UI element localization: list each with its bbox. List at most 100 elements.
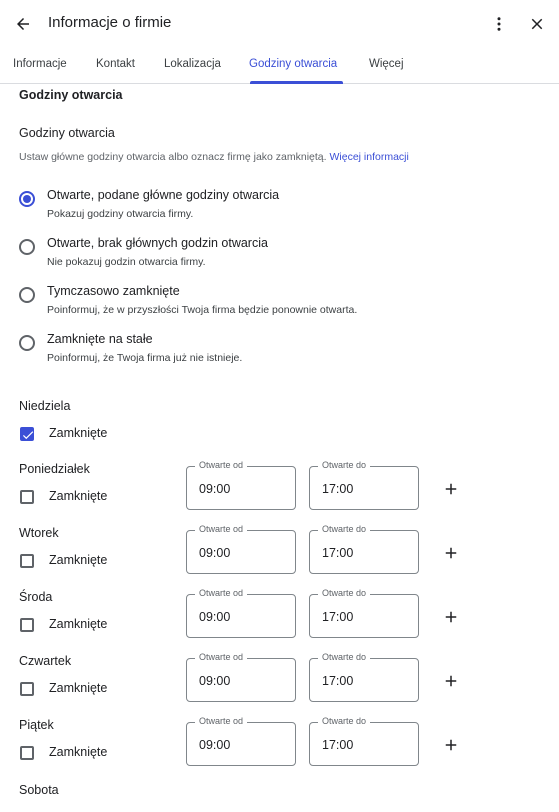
- closed-label[interactable]: Zamknięte: [49, 426, 107, 440]
- day-row-thursday: Czwartek Zamknięte Otwarte od 09:00 Otwa…: [19, 652, 549, 714]
- close-icon: [531, 18, 543, 30]
- plus-icon: [445, 611, 457, 623]
- arrow-back-icon: [17, 18, 29, 30]
- closes-at-field[interactable]: Otwarte do 17:00: [309, 524, 419, 574]
- radio-open-with-hours[interactable]: Otwarte, podane główne godziny otwarcia …: [19, 188, 539, 228]
- radio-label: Otwarte, podane główne godziny otwarcia: [47, 188, 280, 202]
- day-name: Wtorek: [19, 526, 59, 540]
- field-value: 17:00: [322, 610, 354, 624]
- day-name: Piątek: [19, 718, 54, 732]
- plus-icon: [445, 547, 457, 559]
- closed-checkbox[interactable]: [20, 746, 34, 760]
- day-row-monday: Poniedziałek Zamknięte Otwarte od 09:00 …: [19, 460, 549, 522]
- radio-label: Tymczasowo zamknięte: [47, 284, 180, 298]
- day-row-wednesday: Środa Zamknięte Otwarte od 09:00 Otwarte…: [19, 588, 549, 650]
- tab-informacje[interactable]: Informacje: [13, 58, 67, 70]
- closed-label[interactable]: Zamknięte: [49, 553, 107, 567]
- field-label: Otwarte od: [195, 588, 248, 598]
- closed-checkbox[interactable]: [20, 554, 34, 568]
- day-row-tuesday: Wtorek Zamknięte Otwarte od 09:00 Otwart…: [19, 524, 549, 586]
- add-hours-button[interactable]: [440, 734, 462, 756]
- field-label: Otwarte od: [195, 716, 248, 726]
- opens-at-field[interactable]: Otwarte od 09:00: [186, 524, 296, 574]
- field-label: Otwarte od: [195, 460, 248, 470]
- check-icon: [22, 431, 34, 440]
- closed-checkbox[interactable]: [20, 618, 34, 632]
- close-button[interactable]: [524, 11, 550, 37]
- field-value: 17:00: [322, 674, 354, 688]
- opens-at-field[interactable]: Otwarte od 09:00: [186, 652, 296, 702]
- field-label: Otwarte od: [195, 652, 248, 662]
- field-label: Otwarte do: [318, 652, 371, 662]
- field-label: Otwarte od: [195, 524, 248, 534]
- radio-open-no-hours[interactable]: Otwarte, brak głównych godzin otwarcia N…: [19, 236, 539, 276]
- hours-description: Ustaw główne godziny otwarcia albo oznac…: [19, 151, 409, 163]
- plus-icon: [445, 739, 457, 751]
- radio-sublabel: Poinformuj, że w przyszłości Twoja firma…: [47, 304, 358, 316]
- more-info-link[interactable]: Więcej informacji: [329, 151, 408, 163]
- closed-label[interactable]: Zamknięte: [49, 489, 107, 503]
- radio-button[interactable]: [19, 287, 35, 303]
- closed-label[interactable]: Zamknięte: [49, 745, 107, 759]
- day-name-saturday: Sobota: [19, 783, 59, 797]
- radio-sublabel: Nie pokazuj godzin otwarcia firmy.: [47, 256, 206, 268]
- radio-button[interactable]: [19, 239, 35, 255]
- field-value: 09:00: [199, 482, 231, 496]
- dialog-title: Informacje o firmie: [48, 14, 172, 31]
- field-value: 09:00: [199, 610, 231, 624]
- radio-permanently-closed[interactable]: Zamknięte na stałe Poinformuj, że Twoja …: [19, 332, 539, 372]
- closed-label[interactable]: Zamknięte: [49, 681, 107, 695]
- closes-at-field[interactable]: Otwarte do 17:00: [309, 652, 419, 702]
- closes-at-field[interactable]: Otwarte do 17:00: [309, 460, 419, 510]
- closed-label[interactable]: Zamknięte: [49, 617, 107, 631]
- closed-checkbox[interactable]: [20, 682, 34, 696]
- field-value: 17:00: [322, 738, 354, 752]
- app-header: Informacje o firmie: [0, 0, 559, 48]
- radio-button[interactable]: [19, 335, 35, 351]
- add-hours-button[interactable]: [440, 542, 462, 564]
- tab-godziny-otwarcia[interactable]: Godziny otwarcia: [249, 58, 337, 70]
- radio-sublabel: Pokazuj godziny otwarcia firmy.: [47, 208, 194, 220]
- opens-at-field[interactable]: Otwarte od 09:00: [186, 716, 296, 766]
- hours-heading: Godziny otwarcia: [19, 126, 115, 140]
- plus-icon: [445, 675, 457, 687]
- tab-lokalizacja[interactable]: Lokalizacja: [164, 58, 221, 70]
- plus-icon: [445, 483, 457, 495]
- field-value: 09:00: [199, 546, 231, 560]
- tab-wiecej[interactable]: Więcej: [369, 58, 404, 70]
- tab-bar: Informacje Kontakt Lokalizacja Godziny o…: [0, 48, 559, 84]
- hours-description-text: Ustaw główne godziny otwarcia albo oznac…: [19, 151, 327, 163]
- tab-kontakt[interactable]: Kontakt: [96, 58, 135, 70]
- radio-label: Otwarte, brak głównych godzin otwarcia: [47, 236, 268, 250]
- more-options-button[interactable]: [486, 11, 512, 37]
- section-title: Godziny otwarcia: [19, 88, 123, 102]
- field-label: Otwarte do: [318, 524, 371, 534]
- field-value: 09:00: [199, 674, 231, 688]
- field-value: 17:00: [322, 482, 354, 496]
- more-vert-icon: [497, 17, 501, 31]
- add-hours-button[interactable]: [440, 478, 462, 500]
- opens-at-field[interactable]: Otwarte od 09:00: [186, 460, 296, 510]
- day-name: Środa: [19, 590, 53, 604]
- radio-label: Zamknięte na stałe: [47, 332, 153, 346]
- active-tab-indicator: [250, 81, 343, 84]
- opens-at-field[interactable]: Otwarte od 09:00: [186, 588, 296, 638]
- add-hours-button[interactable]: [440, 606, 462, 628]
- field-label: Otwarte do: [318, 716, 371, 726]
- field-value: 17:00: [322, 546, 354, 560]
- closed-checkbox-checked[interactable]: [20, 427, 34, 441]
- add-hours-button[interactable]: [440, 670, 462, 692]
- day-name: Poniedziałek: [19, 462, 90, 476]
- day-row-sunday: Niedziela Zamknięte: [19, 399, 549, 459]
- closed-checkbox[interactable]: [20, 490, 34, 504]
- day-name: Czwartek: [19, 654, 72, 668]
- field-value: 09:00: [199, 738, 231, 752]
- back-button[interactable]: [10, 11, 36, 37]
- closes-at-field[interactable]: Otwarte do 17:00: [309, 716, 419, 766]
- radio-button-selected[interactable]: [19, 191, 35, 207]
- closes-at-field[interactable]: Otwarte do 17:00: [309, 588, 419, 638]
- field-label: Otwarte do: [318, 588, 371, 598]
- day-row-friday: Piątek Zamknięte Otwarte od 09:00 Otwart…: [19, 716, 549, 778]
- field-label: Otwarte do: [318, 460, 371, 470]
- radio-temporarily-closed[interactable]: Tymczasowo zamknięte Poinformuj, że w pr…: [19, 284, 539, 324]
